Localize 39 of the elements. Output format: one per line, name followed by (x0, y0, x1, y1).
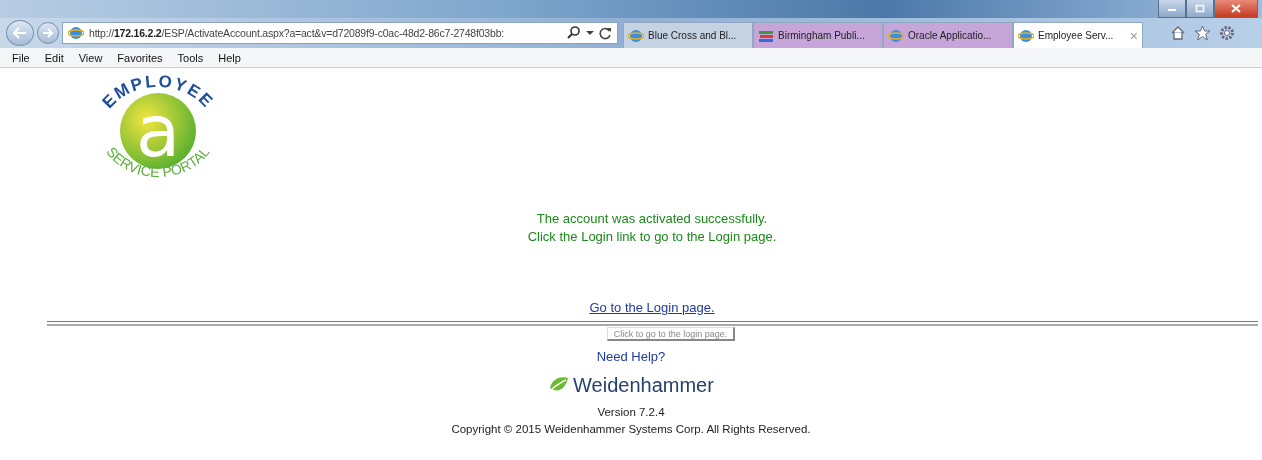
refresh-icon[interactable] (599, 26, 612, 40)
close-button[interactable] (1214, 0, 1258, 18)
back-arrow-icon (13, 27, 27, 39)
browser-tab[interactable]: Birmingham Publi... (753, 22, 883, 48)
browser-tab[interactable]: Blue Cross and Bl... (623, 22, 753, 48)
menu-item[interactable]: Edit (44, 51, 64, 64)
status-message: Click the Login link to go to the Login page. (527, 229, 777, 244)
maximize-icon (1195, 4, 1205, 13)
browser-tab[interactable]: Employee Serv... × (1013, 22, 1143, 48)
globe-icon (1018, 27, 1034, 44)
login-link[interactable]: Go to the Login page. (589, 300, 715, 315)
url-text: http://172.16.2.2/ESP/ActivateAccount.aspx?a=act&v=d72089f9-c0ac-48d2-86c7-2748f03bb: (89, 27, 505, 39)
address-bar[interactable]: http://172.16.2.2/ESP/ActivateAccount.aspx?a=act&v=d72089f9-c0ac-48d2-86c7-2748f03bb: (62, 22, 618, 44)
home-icon[interactable] (1170, 25, 1186, 41)
browser-tab[interactable]: Oracle Applicatio... (883, 22, 1013, 48)
menu-item[interactable]: Tools (177, 51, 204, 64)
copyright-text: Copyright © 2015 Weidenhammer Systems Corp. All Rights Reserved. (451, 423, 811, 435)
status-message: The account was activated successfully. (536, 211, 768, 226)
globe-icon (68, 25, 84, 41)
forward-arrow-icon (42, 28, 54, 38)
maximize-button[interactable] (1186, 0, 1214, 18)
close-icon (1231, 4, 1241, 13)
minimize-button[interactable] (1158, 0, 1186, 18)
menu-item[interactable]: File (12, 51, 30, 64)
menu-item[interactable]: Favorites (117, 51, 163, 64)
menu-item[interactable]: Help (218, 51, 241, 64)
company-logo-text: Weidenhammer (573, 374, 714, 397)
version-text: Version 7.2.4 (597, 406, 665, 418)
search-icon[interactable] (567, 26, 581, 40)
globe-icon (888, 27, 904, 44)
globe-icon (628, 27, 644, 44)
menu-item[interactable]: View (78, 51, 103, 64)
star-icon[interactable] (1194, 25, 1211, 41)
settings-icon[interactable] (1219, 25, 1235, 41)
forward-button[interactable] (37, 22, 59, 44)
back-button[interactable] (6, 20, 34, 46)
help-link[interactable]: Need Help? (596, 349, 666, 364)
tooltip: Click to go to the login page. (606, 327, 736, 341)
caret-icon[interactable] (586, 30, 594, 36)
